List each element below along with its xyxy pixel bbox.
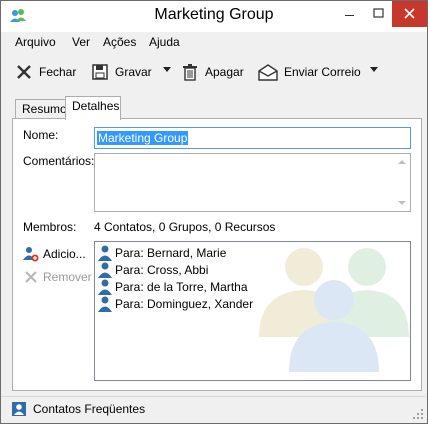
list-item[interactable]: Para: Dominguez, Xander bbox=[97, 296, 253, 312]
person-icon bbox=[98, 296, 112, 312]
resize-grip-icon[interactable] bbox=[413, 409, 423, 419]
member-name: Para: de la Torre, Martha bbox=[115, 280, 248, 294]
close-icon bbox=[404, 8, 415, 19]
comments-scrollbar[interactable] bbox=[394, 154, 410, 211]
menu-arquivo[interactable]: Arquivo bbox=[15, 35, 56, 49]
save-label: Gravar bbox=[115, 65, 152, 79]
status-bar: Contatos Freqüentes bbox=[1, 396, 427, 423]
add-person-icon bbox=[23, 247, 39, 262]
address-book-icon bbox=[12, 402, 26, 416]
toolbar: Fechar Gravar Apagar Enviar Correio bbox=[1, 52, 427, 90]
group-watermark-icon bbox=[259, 248, 409, 372]
name-field[interactable]: Marketing Group bbox=[94, 127, 411, 149]
members-label: Membros: bbox=[23, 220, 77, 234]
title-bar: Marketing Group bbox=[1, 1, 427, 32]
menu-acoes[interactable]: Ações bbox=[103, 35, 136, 49]
member-name: Para: Dominguez, Xander bbox=[115, 297, 254, 311]
x-icon bbox=[17, 65, 31, 79]
send-mail-button[interactable]: Enviar Correio bbox=[258, 61, 361, 83]
send-dropdown-arrow[interactable] bbox=[370, 67, 378, 72]
menu-ajuda[interactable]: Ajuda bbox=[149, 35, 180, 49]
tab-detalhes[interactable]: Detalhes bbox=[65, 96, 121, 120]
save-button[interactable]: Gravar bbox=[91, 61, 152, 83]
menu-bar: Arquivo Ver Ações Ajuda bbox=[1, 32, 427, 52]
name-label: Nome: bbox=[23, 128, 59, 142]
person-icon bbox=[98, 279, 112, 295]
scroll-up-icon[interactable] bbox=[398, 160, 406, 164]
envelope-icon bbox=[258, 64, 278, 81]
member-name: Para: Bernard, Marie bbox=[115, 246, 227, 260]
person-icon bbox=[98, 262, 112, 278]
close-label: Fechar bbox=[39, 65, 77, 79]
comments-field[interactable] bbox=[94, 153, 411, 212]
save-dropdown-arrow[interactable] bbox=[163, 67, 171, 72]
menu-ver[interactable]: Ver bbox=[72, 35, 90, 49]
list-item[interactable]: Para: Bernard, Marie bbox=[97, 245, 226, 261]
add-member-button[interactable]: Adicio... bbox=[23, 245, 86, 263]
close-button[interactable]: Fechar bbox=[15, 61, 76, 83]
app-window: Marketing Group Arquivo Ver Ações Ajuda … bbox=[0, 0, 428, 424]
tab-resumo[interactable]: Resumo bbox=[15, 99, 67, 118]
send-mail-label: Enviar Correio bbox=[284, 65, 361, 79]
comments-label: Comentários: bbox=[23, 154, 95, 168]
remove-member-label: Remover bbox=[43, 270, 92, 284]
status-text: Contatos Freqüentes bbox=[33, 402, 146, 416]
list-item[interactable]: Para: Cross, Abbi bbox=[97, 262, 208, 278]
maximize-icon bbox=[373, 8, 384, 18]
minimize-button[interactable] bbox=[332, 1, 366, 27]
remove-member-button[interactable]: Remover bbox=[23, 268, 92, 286]
delete-button[interactable]: Apagar bbox=[181, 61, 244, 83]
list-item[interactable]: Para: de la Torre, Martha bbox=[97, 279, 248, 295]
members-list[interactable]: Para: Bernard, Marie Para: Cross, Abbi P… bbox=[94, 241, 411, 381]
minimize-icon bbox=[345, 15, 354, 16]
scroll-down-icon[interactable] bbox=[398, 201, 406, 205]
delete-label: Apagar bbox=[205, 65, 244, 79]
name-value: Marketing Group bbox=[97, 131, 189, 145]
trash-icon bbox=[183, 64, 197, 81]
floppy-icon bbox=[92, 64, 108, 80]
members-summary: 4 Contatos, 0 Grupos, 0 Recursos bbox=[94, 220, 276, 234]
add-member-label: Adicio... bbox=[43, 247, 86, 261]
person-icon bbox=[98, 245, 112, 261]
remove-x-icon bbox=[25, 271, 37, 283]
close-window-button[interactable] bbox=[392, 1, 427, 27]
member-name: Para: Cross, Abbi bbox=[115, 263, 209, 277]
